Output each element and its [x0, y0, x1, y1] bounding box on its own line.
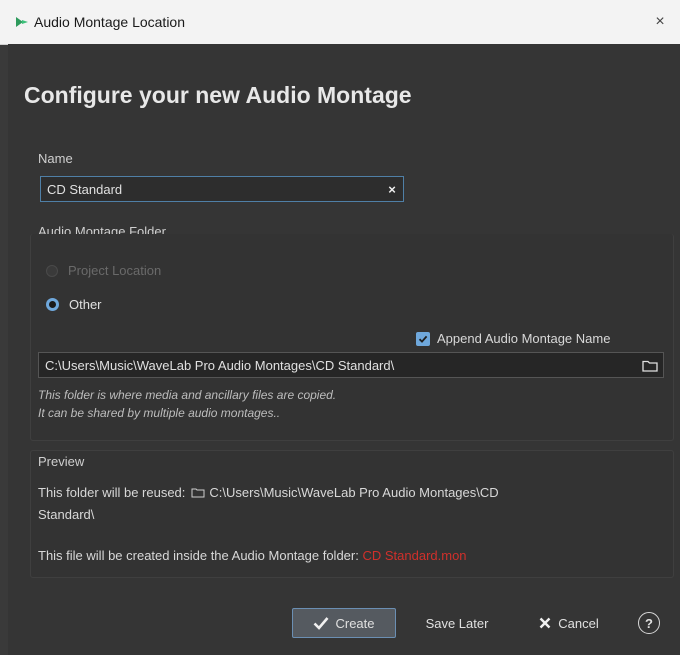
create-label: Create — [335, 615, 375, 631]
button-bar: Create Save Later Cancel ? — [8, 604, 680, 654]
wavelab-logo-icon — [16, 17, 28, 27]
window-title: Audio Montage Location — [34, 14, 185, 30]
file-prefix: This file will be created inside the Aud… — [38, 548, 359, 563]
reuse-path-line1: C:\Users\Music\WaveLab Pro Audio Montage… — [209, 485, 499, 500]
folder-icon — [642, 360, 658, 372]
reuse-line: This folder will be reused: C:\Users\Mus… — [38, 485, 499, 500]
file-name: CD Standard.mon — [362, 548, 467, 563]
folder-path-field[interactable]: C:\Users\Music\WaveLab Pro Audio Montage… — [38, 352, 664, 378]
folder-path-value[interactable]: C:\Users\Music\WaveLab Pro Audio Montage… — [39, 358, 637, 373]
close-icon — [539, 617, 551, 629]
radio-label: Project Location — [68, 263, 162, 278]
reuse-path-line2: Standard\ — [38, 507, 95, 522]
help-button[interactable]: ? — [638, 612, 660, 634]
name-field-value[interactable]: CD Standard — [41, 182, 381, 197]
append-name-label: Append Audio Montage Name — [437, 331, 611, 346]
cancel-label: Cancel — [558, 615, 599, 631]
dialog-body: Configure your new Audio Montage Name CD… — [8, 44, 680, 655]
folder-icon — [191, 488, 205, 498]
create-button[interactable]: Create — [292, 608, 396, 638]
save-later-button[interactable]: Save Later — [412, 608, 502, 638]
radio-indicator — [46, 298, 59, 311]
preview-label: Preview — [38, 454, 85, 469]
name-label: Name — [38, 151, 73, 166]
radio-indicator — [46, 264, 58, 277]
folder-note-line2: It can be shared by multiple audio monta… — [38, 406, 281, 420]
page-title: Configure your new Audio Montage — [24, 82, 412, 108]
radio-project-location[interactable]: Project Location — [46, 263, 161, 278]
close-window-button[interactable]: × — [650, 12, 670, 32]
title-bar: Audio Montage Location × — [0, 0, 680, 45]
radio-other[interactable]: Other — [46, 297, 102, 312]
reuse-prefix: This folder will be reused: — [38, 485, 186, 500]
name-field[interactable]: CD Standard × — [40, 176, 404, 202]
checkmark-icon — [314, 617, 329, 630]
clear-name-button[interactable]: × — [381, 182, 403, 197]
file-line: This file will be created inside the Aud… — [38, 548, 467, 563]
browse-folder-button[interactable] — [637, 353, 663, 377]
radio-label: Other — [69, 297, 102, 312]
append-name-checkbox[interactable]: Append Audio Montage Name — [416, 331, 610, 346]
checkmark-icon — [416, 331, 430, 346]
cancel-button[interactable]: Cancel — [526, 608, 612, 638]
folder-note-line1: This folder is where media and ancillary… — [38, 388, 337, 402]
